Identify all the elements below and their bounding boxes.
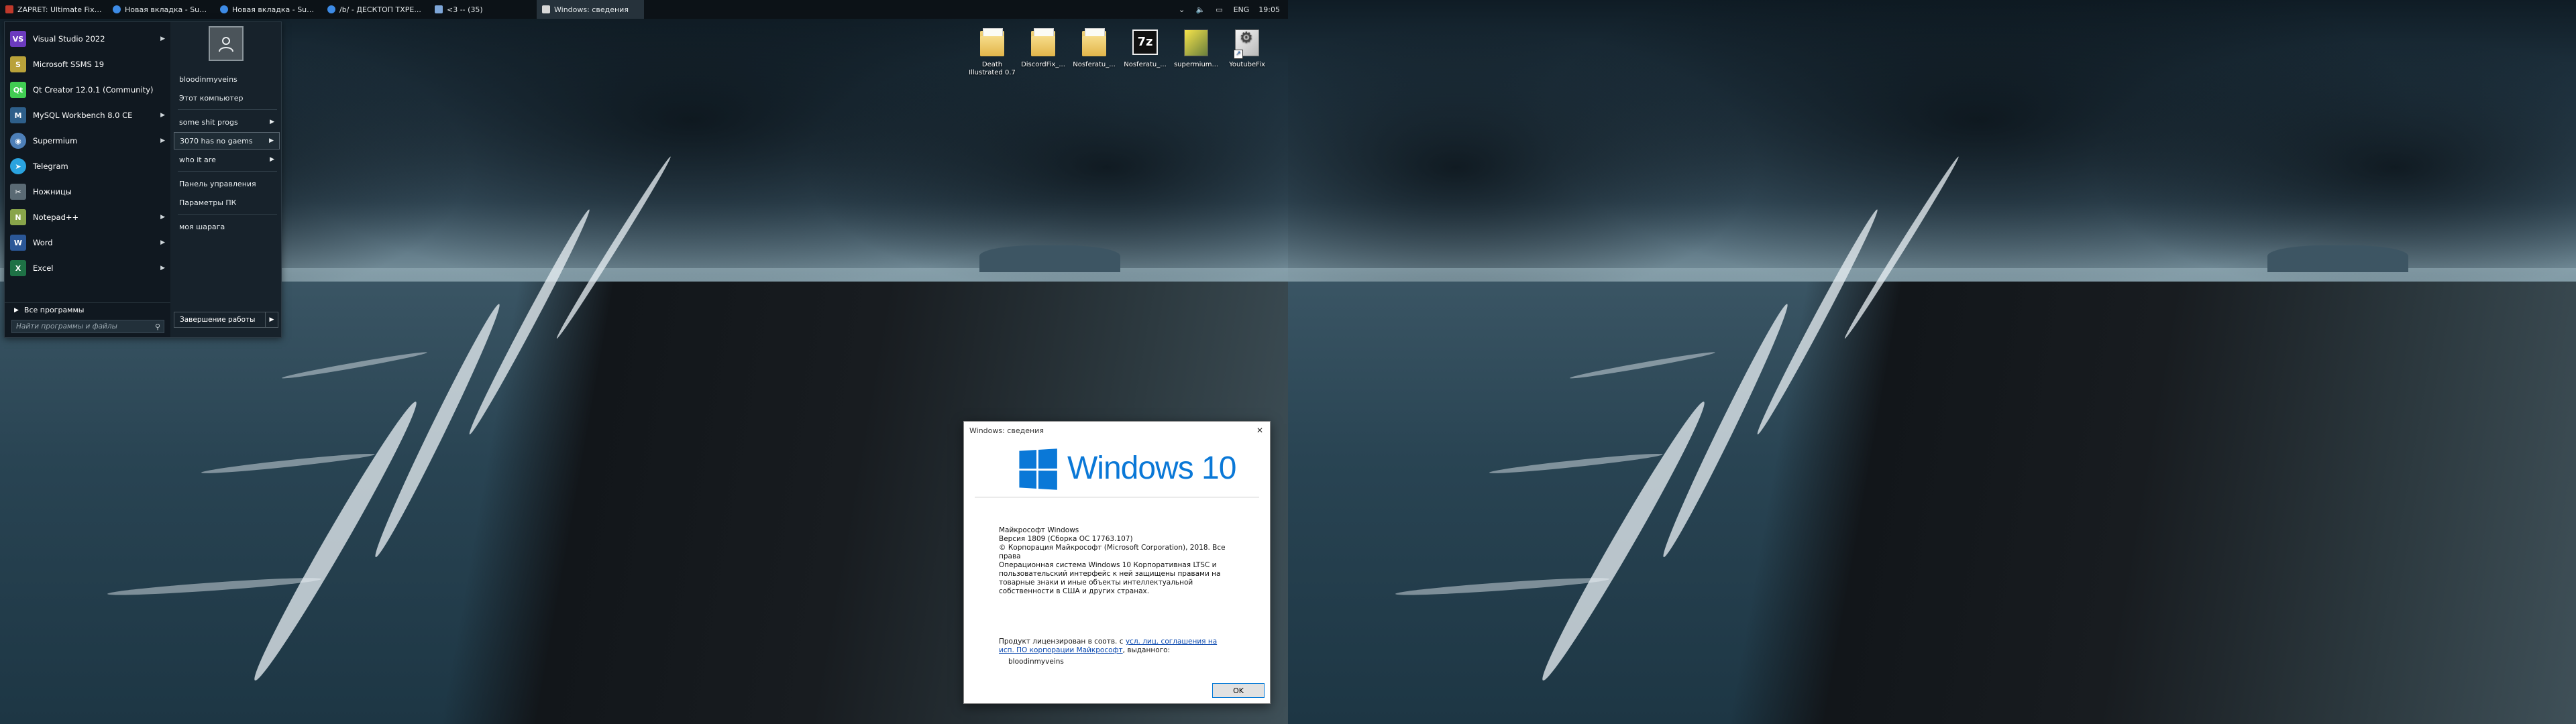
search-icon[interactable]: ⚲ [152, 322, 164, 331]
chevron-right-icon: ▶ [14, 306, 19, 314]
start-search-box[interactable]: ⚲ [11, 320, 164, 333]
link-this-pc[interactable]: Этот компьютер [174, 89, 280, 107]
chevron-right-icon: ▶ [160, 214, 165, 221]
winver-dialog: Windows: сведения ✕ Windows 10 Майкрософ… [963, 421, 1271, 704]
scissors-icon: ✂ [10, 184, 26, 200]
browser-icon [220, 5, 228, 13]
user-icon [219, 37, 233, 52]
windows-logo-icon [1019, 448, 1057, 490]
licensee-name: bloodinmyveins [1008, 658, 1064, 666]
seven-zip-icon: 7z [1132, 29, 1158, 55]
notepad-plus-icon: N [10, 209, 26, 225]
version-info: Версия 1809 (Сборка ОС 17763.107) [999, 535, 1133, 543]
start-menu-programs: VS Visual Studio 2022 ▶ S Microsoft SSMS… [5, 22, 170, 337]
close-icon[interactable]: ✕ [1254, 424, 1266, 436]
qt-creator-icon: Qt [10, 82, 26, 98]
taskbar-button-chat[interactable]: <3 -- (35) [429, 0, 537, 19]
shortcut-arrow-icon: ↗ [1234, 50, 1243, 59]
ssms-icon: S [10, 56, 26, 72]
program-visual-studio[interactable]: VS Visual Studio 2022 ▶ [5, 26, 170, 52]
supermium-icon: ◉ [10, 133, 26, 149]
start-search-input[interactable] [12, 322, 152, 330]
chevron-right-icon: ▶ [160, 239, 165, 246]
chevron-right-icon: ▶ [160, 137, 165, 144]
desktop-icon-youtubefix[interactable]: ↗ YoutubeFix [1222, 27, 1272, 69]
folder-icon [980, 28, 1004, 56]
taskbar: ZAPRET: Ultimate Fix ... Новая вкладка -… [0, 0, 1288, 19]
chevron-right-icon: ▶ [269, 137, 274, 144]
program-excel[interactable]: X Excel ▶ [5, 255, 170, 281]
avatar[interactable] [209, 26, 244, 61]
program-notepad-plus[interactable]: N Notepad++ ▶ [5, 204, 170, 230]
desktop-icon-death-illustrated[interactable]: Death Illustrated 0.7 [967, 27, 1017, 77]
ok-button[interactable]: OK [1212, 683, 1265, 698]
excel-icon: X [10, 260, 26, 276]
chevron-down-icon[interactable]: ⌄ [1177, 5, 1187, 14]
program-mysql-workbench[interactable]: M MySQL Workbench 8.0 CE ▶ [5, 103, 170, 128]
link-share[interactable]: моя шарага [174, 218, 280, 235]
word-icon: W [10, 235, 26, 251]
chevron-right-icon[interactable]: ▶ [265, 312, 278, 327]
window-icon [542, 5, 550, 13]
taskbar-button-browser-3[interactable]: /b/ - ДЕСКТОП ТХРЕ... [322, 0, 429, 19]
desktop-icon-discordfix[interactable]: DiscordFix_... [1018, 27, 1068, 69]
license-notice: Продукт лицензирован в соотв. с усл. лиц… [999, 638, 1218, 654]
program-ssms[interactable]: S Microsoft SSMS 19 [5, 52, 170, 77]
taskbar-button-zapret[interactable]: ZAPRET: Ultimate Fix ... [0, 0, 107, 19]
speaker-icon[interactable]: 🔈 [1196, 5, 1205, 14]
browser-icon [113, 5, 121, 13]
start-menu-links: bloodinmyveins Этот компьютер some shit … [174, 22, 281, 337]
link-folder-3070[interactable]: 3070 has no gaems ▶ [174, 132, 280, 149]
dialog-titlebar[interactable]: Windows: сведения ✕ [964, 422, 1270, 439]
copyright: © Корпорация Майкрософт (Microsoft Corpo… [999, 544, 1226, 560]
chevron-right-icon: ▶ [160, 36, 165, 42]
program-supermium[interactable]: ◉ Supermium ▶ [5, 128, 170, 154]
program-telegram[interactable]: ➤ Telegram [5, 154, 170, 179]
mysql-workbench-icon: M [10, 107, 26, 123]
chevron-right-icon: ▶ [270, 119, 274, 125]
clock[interactable]: 19:05 [1258, 5, 1280, 14]
link-user-folder[interactable]: bloodinmyveins [174, 70, 280, 88]
chat-icon [435, 5, 443, 13]
folder-icon [1082, 28, 1106, 56]
start-menu: VS Visual Studio 2022 ▶ S Microsoft SSMS… [4, 21, 282, 338]
chevron-right-icon: ▶ [270, 156, 274, 163]
taskbar-button-winver[interactable]: Windows: сведения [537, 0, 644, 19]
language-indicator[interactable]: ENG [1234, 5, 1250, 14]
desktop-icon-nosferatu-7z[interactable]: 7z Nosferatu_... [1120, 27, 1170, 69]
terminal-icon [5, 5, 13, 13]
browser-icon [327, 5, 335, 13]
telegram-icon: ➤ [10, 158, 26, 174]
installer-icon [1184, 29, 1208, 56]
system-tray: ⌄ 🔈 ▭ ENG 19:05 [1177, 0, 1280, 19]
desktop-icon-nosferatu-folder[interactable]: Nosferatu_... [1069, 27, 1119, 69]
product-name: Майкрософт Windows [999, 526, 1079, 534]
chevron-right-icon: ▶ [160, 265, 165, 272]
desktop-icon-supermium[interactable]: supermium... [1171, 27, 1221, 69]
link-pc-settings[interactable]: Параметры ПК [174, 194, 280, 211]
windows-10-wordmark: Windows 10 [1067, 450, 1236, 486]
wallpaper-right [1288, 0, 2576, 724]
visual-studio-icon: VS [10, 31, 26, 47]
taskbar-button-browser-2[interactable]: Новая вкладка - Sup... [215, 0, 322, 19]
shutdown-button[interactable]: Завершение работы ▶ [174, 312, 278, 328]
program-snipping-tool[interactable]: ✂ Ножницы [5, 179, 170, 204]
taskbar-button-browser-1[interactable]: Новая вкладка - Sup... [107, 0, 215, 19]
program-word[interactable]: W Word ▶ [5, 230, 170, 255]
link-folder-who-it-are[interactable]: who it are ▶ [174, 151, 280, 168]
program-qt-creator[interactable]: Qt Qt Creator 12.0.1 (Community) [5, 77, 170, 103]
folder-icon [1031, 28, 1055, 56]
dialog-body: Windows 10 Майкрософт Windows Версия 180… [964, 439, 1270, 703]
link-control-panel[interactable]: Панель управления [174, 175, 280, 192]
chevron-right-icon: ▶ [160, 112, 165, 119]
trademark-notice: Операционная система Windows 10 Корпорат… [999, 561, 1221, 595]
all-programs-button[interactable]: ▶ Все программы [5, 302, 170, 317]
network-icon[interactable]: ▭ [1215, 5, 1224, 14]
link-folder-some-shit-progs[interactable]: some shit progs ▶ [174, 113, 280, 131]
